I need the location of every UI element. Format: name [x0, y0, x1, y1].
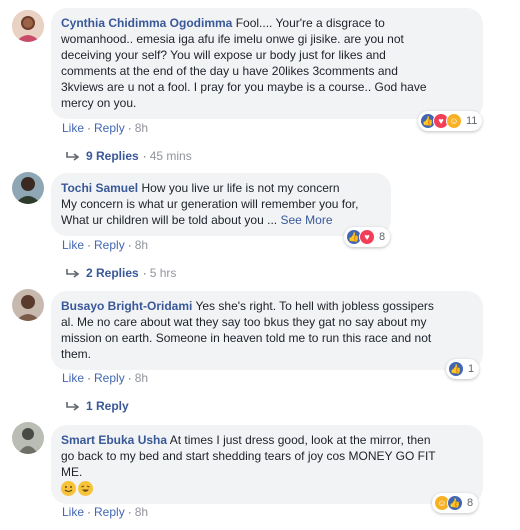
separator: ·: [87, 238, 92, 252]
comment-text: go back to my bed and start shedding tea…: [61, 449, 436, 479]
avatar-photo-icon: [12, 10, 44, 42]
comment-text: al. Me no care about wat they say too bk…: [61, 315, 432, 361]
reply-arrow-icon: [66, 268, 80, 278]
reactions-summary[interactable]: 👍 ♥ 8: [344, 227, 391, 247]
like-link[interactable]: Like: [62, 121, 84, 135]
like-link[interactable]: Like: [62, 371, 84, 385]
replies-count-link[interactable]: 9 Replies: [86, 149, 139, 163]
reactions-count: 1: [468, 363, 475, 375]
heart-icon: ♥: [359, 229, 375, 245]
comment-time[interactable]: 8h: [135, 505, 148, 519]
avatar-photo-icon: [12, 289, 44, 321]
comment-actions: Like · Reply · 8h: [62, 371, 148, 385]
reactions-count: 11: [466, 115, 478, 127]
separator: ·: [127, 371, 132, 385]
like-link[interactable]: Like: [62, 238, 84, 252]
comment-author[interactable]: Busayo Bright-Oridami: [61, 299, 192, 313]
thumbs-up-icon: 👍: [447, 495, 463, 511]
replies-count-link[interactable]: 2 Replies: [86, 266, 139, 280]
comment-bubble: Tochi Samuel How you live ur life is not…: [51, 173, 391, 236]
comment-bubble: Smart Ebuka Usha At times I just dress g…: [51, 425, 483, 505]
comment-text-first-line: How you live ur life is not my concern: [141, 181, 340, 195]
reply-link[interactable]: Reply: [94, 505, 125, 519]
comment-author[interactable]: Smart Ebuka Usha: [61, 433, 167, 447]
reply-link[interactable]: Reply: [94, 121, 125, 135]
reply-arrow-icon: [66, 401, 80, 411]
avatar[interactable]: [12, 422, 44, 454]
smiling-face-icon: [61, 481, 76, 497]
comment-author[interactable]: Tochi Samuel: [61, 181, 138, 195]
view-replies[interactable]: 2 Replies · 5 hrs: [66, 266, 176, 280]
reply-arrow-icon: [66, 151, 80, 161]
avatar-photo-icon: [12, 422, 44, 454]
comment-time[interactable]: 8h: [135, 238, 148, 252]
reactions-count: 8: [467, 497, 474, 509]
avatar[interactable]: [12, 172, 44, 204]
reactions-count: 8: [379, 231, 386, 243]
laughing-face-icon: [78, 481, 93, 497]
comment-time[interactable]: 8h: [135, 121, 148, 135]
comment-author[interactable]: Cynthia Chidimma Ogodimma: [61, 16, 232, 30]
separator: ·: [87, 371, 92, 385]
view-replies[interactable]: 9 Replies · 45 mins: [66, 149, 192, 163]
separator: ·: [142, 149, 147, 163]
comment-text: Fool.... Your're a disgrace to womanhood…: [61, 16, 427, 110]
comment-bubble: Busayo Bright-Oridami Yes she's right. T…: [51, 291, 483, 370]
avatar[interactable]: [12, 289, 44, 321]
reactions-summary[interactable]: 👍 ♥ ☺ 11: [418, 111, 483, 131]
separator: ·: [87, 121, 92, 135]
separator: ·: [127, 121, 132, 135]
comment-text-first-line: Yes she's right. To hell with jobless go…: [195, 299, 434, 313]
separator: ·: [142, 266, 147, 280]
reactions-summary[interactable]: ☺ 👍 8: [432, 493, 479, 513]
avatar-photo-icon: [12, 172, 44, 204]
reactions-summary[interactable]: 👍 1: [446, 359, 480, 379]
separator: ·: [87, 505, 92, 519]
comment-actions: Like · Reply · 8h: [62, 238, 148, 252]
comment-actions: Like · Reply · 8h: [62, 121, 148, 135]
thumbs-up-icon: 👍: [448, 361, 464, 377]
like-link[interactable]: Like: [62, 505, 84, 519]
avatar[interactable]: [12, 10, 44, 42]
comment-bubble: Cynthia Chidimma Ogodimma Fool.... Your'…: [51, 8, 483, 119]
reply-link[interactable]: Reply: [94, 238, 125, 252]
reply-link[interactable]: Reply: [94, 371, 125, 385]
view-replies[interactable]: 1 Reply: [66, 399, 129, 413]
see-more-link[interactable]: See More: [280, 213, 332, 227]
separator: ·: [127, 505, 132, 519]
comment-time[interactable]: 8h: [135, 371, 148, 385]
replies-count-link[interactable]: 1 Reply: [86, 399, 129, 413]
emoji-row: [61, 481, 95, 497]
separator: ·: [127, 238, 132, 252]
laughing-face-icon: ☺: [446, 113, 462, 129]
comment-actions: Like · Reply · 8h: [62, 505, 148, 519]
replies-time: 5 hrs: [149, 266, 177, 280]
replies-time: 45 mins: [149, 149, 192, 163]
comment-text-first-line: At times I just dress good, look at the …: [169, 433, 431, 447]
